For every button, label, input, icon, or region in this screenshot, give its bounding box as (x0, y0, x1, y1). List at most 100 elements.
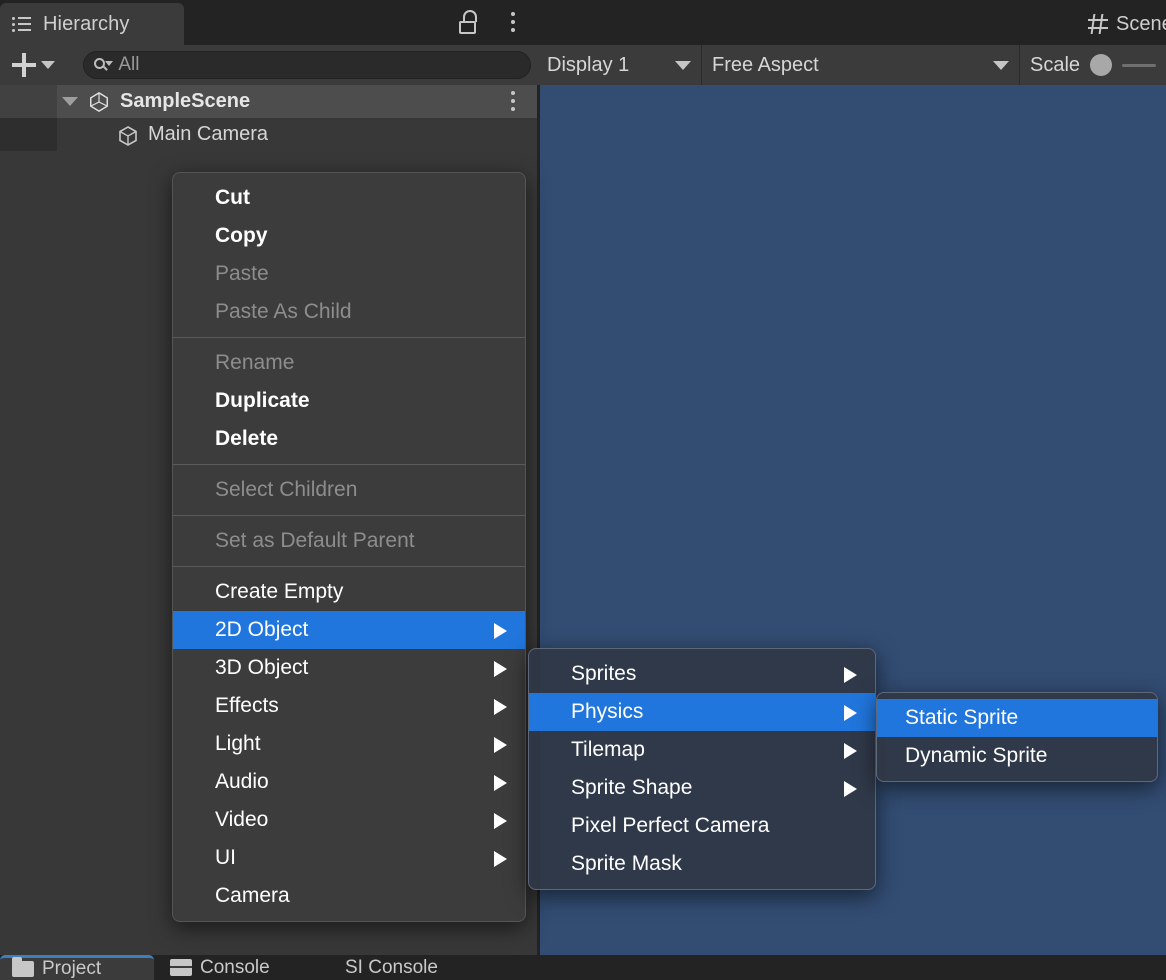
menu-item-label: Tilemap (571, 738, 645, 762)
hierarchy-list-icon (12, 16, 34, 32)
menu-item-label: 3D Object (215, 656, 308, 680)
menu-item-effects[interactable]: Effects (173, 687, 525, 725)
display-dropdown-value: Display 1 (547, 54, 629, 77)
menu-item-ui[interactable]: UI (173, 839, 525, 877)
hash-grid-icon (1088, 14, 1108, 34)
submenu-arrow-icon (494, 775, 507, 791)
hierarchy-row-samplescene[interactable]: SampleScene (0, 85, 537, 118)
submenu-arrow-icon (844, 705, 857, 721)
menu-item-delete[interactable]: Delete (173, 420, 525, 458)
menu-item-label: Duplicate (215, 389, 310, 413)
hierarchy-tab-bar: Hierarchy (0, 0, 537, 45)
aspect-dropdown[interactable]: Free Aspect (702, 45, 1020, 85)
add-gameobject-button[interactable] (6, 49, 61, 81)
row-indent-guide (0, 85, 57, 118)
chevron-down-icon (675, 61, 691, 70)
menu-item-label: Static Sprite (905, 706, 1018, 730)
menu-separator (173, 515, 525, 516)
menu-item-label: Paste (215, 262, 269, 286)
menu-item-select-children: Select Children (173, 471, 525, 509)
hierarchy-row-main-camera[interactable]: Main Camera (0, 118, 537, 151)
tab-si-console[interactable]: SI Console (345, 955, 438, 980)
menu-separator (173, 464, 525, 465)
tab-scene[interactable]: Scene (1074, 3, 1166, 45)
submenu-item-tilemap[interactable]: Tilemap (529, 731, 875, 769)
game-tab-bar: Scene Game (537, 0, 1166, 45)
submenu-arrow-icon (494, 661, 507, 677)
search-placeholder: All (118, 54, 139, 76)
menu-item-label: Copy (215, 224, 268, 248)
submenu-item-sprite-shape[interactable]: Sprite Shape (529, 769, 875, 807)
chevron-down-icon (41, 61, 55, 69)
lock-body (459, 21, 476, 34)
menu-item-label: Dynamic Sprite (905, 744, 1047, 768)
menu-item-label: UI (215, 846, 236, 870)
scale-slider[interactable]: Scale (1020, 45, 1166, 85)
menu-item-duplicate[interactable]: Duplicate (173, 382, 525, 420)
foldout-expanded-icon[interactable] (62, 97, 78, 106)
scale-slider-knob[interactable] (1090, 54, 1112, 76)
menu-item-label: Audio (215, 770, 269, 794)
row-more-vertical-icon[interactable] (503, 89, 523, 113)
submenu-arrow-icon (494, 699, 507, 715)
physics-item-dynamic-sprite[interactable]: Dynamic Sprite (877, 737, 1157, 775)
menu-item-label: Sprite Shape (571, 776, 692, 800)
search-input[interactable]: All (83, 51, 531, 79)
unity-editor-window: Hierarchy All (0, 0, 1166, 980)
menu-item-label: Select Children (215, 478, 357, 502)
menu-item-label: Camera (215, 884, 290, 908)
menu-item-3d-object[interactable]: 3D Object (173, 649, 525, 687)
bottom-tab-strip: Project Console SI Console (0, 955, 537, 980)
menu-item-set-as-default-parent: Set as Default Parent (173, 522, 525, 560)
submenu-item-physics[interactable]: Physics (529, 693, 875, 731)
menu-item-light[interactable]: Light (173, 725, 525, 763)
menu-item-cut[interactable]: Cut (173, 179, 525, 217)
tab-project[interactable]: Project (0, 955, 154, 980)
chevron-down-icon (993, 61, 1009, 70)
menu-item-2d-object[interactable]: 2D Object (173, 611, 525, 649)
submenu-2d-object[interactable]: Sprites Physics Tilemap Sprite Shape Pixel P… (528, 648, 876, 890)
menu-item-label: Physics (571, 700, 643, 724)
submenu-arrow-icon (494, 737, 507, 753)
physics-item-static-sprite[interactable]: Static Sprite (877, 699, 1157, 737)
menu-item-copy[interactable]: Copy (173, 217, 525, 255)
aspect-dropdown-value: Free Aspect (712, 54, 819, 77)
tab-project-label: Project (42, 958, 101, 980)
menu-item-paste-as-child: Paste As Child (173, 293, 525, 331)
submenu-item-sprites[interactable]: Sprites (529, 655, 875, 693)
menu-item-paste: Paste (173, 255, 525, 293)
display-dropdown[interactable]: Display 1 (537, 45, 702, 85)
hierarchy-row-label: Main Camera (148, 123, 268, 146)
menu-item-video[interactable]: Video (173, 801, 525, 839)
plus-icon (12, 53, 36, 77)
row-indent-guide (0, 118, 57, 151)
submenu-item-sprite-mask[interactable]: Sprite Mask (529, 845, 875, 883)
tab-scene-label: Scene (1116, 13, 1166, 36)
hierarchy-row-label: SampleScene (120, 90, 250, 113)
lock-open-icon[interactable] (457, 10, 479, 34)
tab-hierarchy[interactable]: Hierarchy (0, 3, 184, 45)
search-icon (94, 57, 112, 73)
menu-item-label: Sprites (571, 662, 636, 686)
submenu-item-pixel-perfect-camera[interactable]: Pixel Perfect Camera (529, 807, 875, 845)
submenu-physics[interactable]: Static Sprite Dynamic Sprite (876, 692, 1158, 782)
scale-slider-track[interactable] (1122, 64, 1156, 67)
menu-item-audio[interactable]: Audio (173, 763, 525, 801)
menu-item-label: Effects (215, 694, 279, 718)
unity-scene-icon (88, 91, 110, 113)
submenu-arrow-icon (844, 743, 857, 759)
scale-label: Scale (1030, 54, 1080, 77)
hierarchy-context-menu[interactable]: Cut Copy Paste Paste As Child Rename Duplicat… (172, 172, 526, 922)
submenu-arrow-icon (494, 623, 507, 639)
tab-console[interactable]: Console (170, 955, 270, 980)
submenu-arrow-icon (844, 781, 857, 797)
menu-item-label: Delete (215, 427, 278, 451)
more-vertical-icon[interactable] (503, 10, 523, 34)
game-control-bar: Display 1 Free Aspect Scale (537, 45, 1166, 85)
menu-item-rename: Rename (173, 344, 525, 382)
menu-item-create-empty[interactable]: Create Empty (173, 573, 525, 611)
menu-item-label: Paste As Child (215, 300, 352, 324)
menu-item-label: Video (215, 808, 268, 832)
submenu-arrow-icon (494, 813, 507, 829)
menu-item-camera[interactable]: Camera (173, 877, 525, 915)
